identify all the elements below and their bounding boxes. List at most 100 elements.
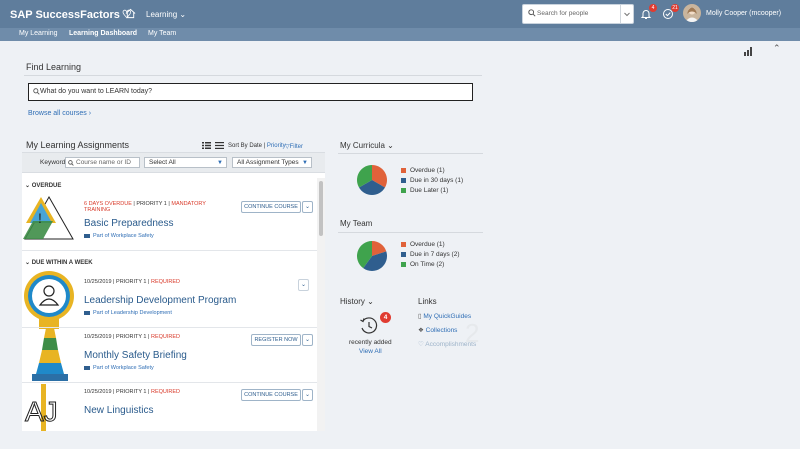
keyword-label: Keyword — [40, 159, 66, 166]
section-due-within-week[interactable]: ⌄ DUE WITHIN A WEEK — [25, 259, 93, 266]
history-clock-icon[interactable] — [359, 316, 379, 336]
continue-course-button[interactable]: CONTINUE COURSE — [241, 389, 301, 401]
link-label: Collections — [425, 327, 458, 334]
user-menu[interactable]: Molly Cooper (mcooper) — [706, 10, 781, 17]
assignments-scroll-thumb[interactable] — [319, 181, 323, 236]
legend-label: Due Later (1) — [410, 187, 449, 194]
requirement-text: REQUIRED — [151, 389, 181, 395]
avatar[interactable] — [683, 4, 701, 22]
notifications-badge: 4 — [649, 4, 657, 12]
svg-text:2: 2 — [465, 318, 479, 348]
learning-menu[interactable]: Learning ⌄ — [146, 10, 186, 19]
priority-text: PRIORITY 1 — [116, 334, 147, 340]
requirement-text: MANDATORY — [171, 201, 206, 207]
tab-learning-dashboard[interactable]: Learning Dashboard — [69, 30, 137, 37]
history-badge: 4 — [380, 312, 391, 323]
continue-course-button[interactable]: CONTINUE COURSE — [241, 201, 301, 213]
item-meta: 10/25/2019 | PRIORITY 1 | REQUIRED — [84, 389, 181, 395]
legend-item[interactable]: Overdue (1) — [401, 240, 460, 250]
curriculum-link[interactable]: Part of Leadership Development — [84, 310, 172, 316]
brand-logo[interactable]: SAP SuccessFactors ♡ — [10, 8, 132, 21]
chevron-down-icon: ⌄ — [179, 10, 187, 19]
caret-down-icon: ▼ — [217, 160, 223, 166]
assignment-type-dropdown[interactable]: All Assignment Types ▼ — [232, 157, 312, 168]
legend-item[interactable]: Due in 7 days (2) — [401, 250, 460, 260]
search-dropdown-button[interactable] — [620, 5, 633, 23]
more-options-button[interactable]: ⌄ — [302, 389, 313, 401]
course-title[interactable]: Monthly Safety Briefing — [84, 350, 187, 361]
keyword-input[interactable]: Course name or ID — [65, 157, 140, 168]
history-view-all-link[interactable]: View All — [359, 348, 382, 355]
curricula-legend: Overdue (1) Due in 30 days (1) Due Later… — [401, 166, 463, 196]
svg-text:!: ! — [38, 210, 42, 226]
tab-my-team[interactable]: My Team — [148, 30, 176, 37]
item-meta: 10/25/2019 | PRIORITY 1 | REQUIRED — [84, 334, 181, 340]
home-icon[interactable] — [125, 8, 136, 19]
requirement-text-2: TRAINING — [84, 207, 111, 213]
legend-item[interactable]: Due in 30 days (1) — [401, 176, 463, 186]
keyword-placeholder: Course name or ID — [76, 159, 131, 166]
chevron-right-icon: › — [88, 110, 92, 117]
browse-all-courses-link[interactable]: Browse all courses › — [28, 110, 91, 117]
history-title[interactable]: History ⌄ — [340, 297, 374, 306]
compact-list-icon[interactable] — [215, 142, 224, 149]
divider — [338, 232, 483, 233]
my-team-title: My Team — [340, 219, 373, 228]
find-learning-search[interactable]: What do you want to LEARN today? — [28, 83, 473, 101]
people-search[interactable]: Search for people — [522, 4, 634, 24]
chevron-down-icon — [624, 12, 630, 17]
requirement-text: REQUIRED — [151, 279, 181, 285]
section-due-week-label: DUE WITHIN A WEEK — [31, 260, 93, 266]
sort-priority-link[interactable]: Priority — [267, 143, 286, 149]
people-search-input[interactable]: Search for people — [537, 10, 588, 17]
safety-cone-icon — [32, 328, 68, 381]
curriculum-link[interactable]: Part of Workplace Safety — [84, 365, 154, 371]
legend-item[interactable]: On Time (2) — [401, 260, 460, 270]
register-now-button[interactable]: REGISTER NOW — [251, 334, 301, 346]
curriculum-label: Part of Workplace Safety — [93, 365, 154, 371]
tab-my-learning[interactable]: My Learning — [19, 30, 58, 37]
legend-label: Due in 7 days (2) — [410, 251, 460, 258]
warning-triangle-icon: ! — [23, 195, 74, 240]
notifications-button[interactable]: 4 — [640, 4, 657, 20]
my-curricula-label: My Curricula — [340, 141, 385, 150]
find-learning-input[interactable]: What do you want to LEARN today? — [40, 88, 152, 95]
assignments-title: My Learning Assignments — [26, 140, 130, 150]
legend-swatch — [401, 167, 406, 173]
team-pie-chart[interactable] — [356, 240, 388, 272]
legend-label: On Time (2) — [410, 261, 445, 268]
folder-icon — [84, 365, 90, 370]
list-view-icon[interactable] — [202, 142, 211, 149]
select-all-dropdown[interactable]: Select All ▼ — [144, 157, 227, 168]
more-options-button[interactable]: ⌄ — [302, 334, 313, 346]
link-collections[interactable]: ❖ Collections — [418, 326, 457, 334]
assignments-panel: Keyword Course name or ID Select All ▼ Al… — [22, 152, 325, 431]
sub-navigation: My Learning Learning Dashboard My Team — [0, 28, 800, 41]
section-overdue-label: OVERDUE — [31, 183, 62, 189]
approvals-button[interactable]: 21 — [662, 4, 679, 20]
filter-button[interactable]: ▽Filter — [285, 143, 303, 150]
sort-by-date[interactable]: Sort By Date | — [228, 143, 265, 149]
caret-down-icon: ▼ — [302, 160, 308, 166]
bar-chart-icon[interactable] — [744, 47, 754, 56]
linguistics-icon: AJ — [25, 384, 58, 431]
legend-item[interactable]: Overdue (1) — [401, 166, 463, 176]
legend-label: Overdue (1) — [410, 241, 445, 248]
course-title[interactable]: New Linguistics — [84, 405, 153, 416]
curriculum-link[interactable]: Part of Workplace Safety — [84, 233, 154, 239]
chevron-down-icon: ⌄ — [387, 141, 394, 150]
more-options-button[interactable]: ⌄ — [302, 201, 313, 213]
user-photo-icon — [685, 7, 699, 22]
course-title[interactable]: Leadership Development Program — [84, 295, 236, 306]
section-overdue[interactable]: ⌄ OVERDUE — [25, 182, 61, 189]
history-label: History — [340, 297, 365, 306]
legend-swatch — [401, 261, 406, 267]
collapse-chevron-up-icon[interactable]: ⌃ — [773, 43, 781, 54]
legend-item[interactable]: Due Later (1) — [401, 186, 463, 196]
curricula-pie-chart[interactable] — [356, 164, 388, 196]
my-curricula-title[interactable]: My Curricula ⌄ — [340, 141, 394, 150]
more-options-button[interactable]: ⌄ — [298, 279, 309, 291]
divider — [22, 250, 317, 251]
course-title[interactable]: Basic Preparedness — [84, 218, 174, 229]
legend-label: Due in 30 days (1) — [410, 177, 464, 184]
